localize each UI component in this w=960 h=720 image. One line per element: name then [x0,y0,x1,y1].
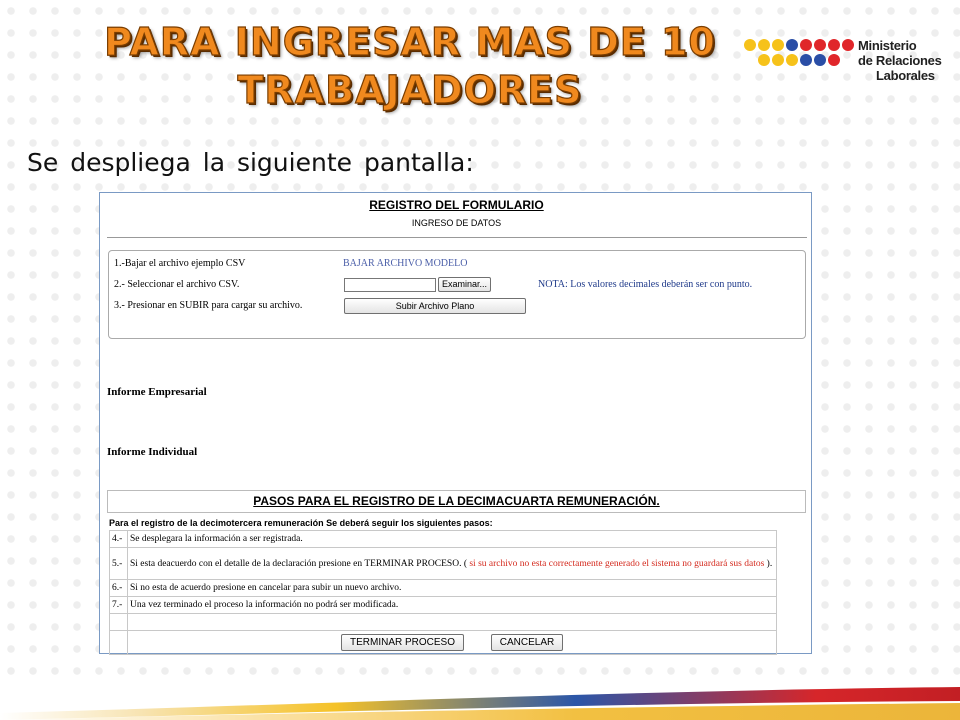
empty-cell [127,613,777,631]
step-text: Si no esta de acuerdo presione en cancel… [127,579,777,597]
warning-text: si su archivo no esta correctamente gene… [469,558,765,569]
slide-subtitle: Se despliega la siguiente pantalla: [27,148,474,177]
table-row: 5.- Si esta deacuerdo con el detalle de … [109,547,777,580]
slide-title-line1: PARA INGRESAR MAS DE 10 [104,19,716,64]
logo-line2: de Relaciones [858,53,942,68]
finish-process-button[interactable]: TERMINAR PROCESO [341,634,464,651]
informe-empresarial-heading: Informe Empresarial [107,386,207,398]
form-screenshot: REGISTRO DEL FORMULARIO INGRESO DE DATOS… [99,192,812,655]
form-subtitle: INGRESO DE DATOS [411,218,502,228]
step1-label: 1.-Bajar el archivo ejemplo CSV [114,258,246,269]
table-row [109,613,777,631]
divider [107,237,807,238]
empty-cell [109,630,128,655]
cancel-button[interactable]: CANCELAR [491,634,563,651]
table-row: 4.- Se desplegara la información a ser r… [109,530,777,548]
browse-button[interactable]: Examinar... [438,277,491,292]
decimal-note: NOTA: Los valores decimales deberán ser … [538,279,753,290]
step-number: 5.- [109,547,128,580]
pasos-intro: Para el registro de la decimotercera rem… [109,518,493,528]
step2-label: 2.- Seleccionar el archivo CSV. [114,279,240,290]
logo-line1: Ministerio [858,38,917,53]
step3-label: 3.- Presionar en SUBIR para cargar su ar… [114,300,303,311]
step-number: 6.- [109,579,128,597]
table-row: 6.- Si no esta de acuerdo presione en ca… [109,579,777,597]
form-title: REGISTRO DEL FORMULARIO [369,198,544,212]
file-path-input[interactable] [344,278,436,292]
empty-cell [109,613,128,631]
step-number: 4.- [109,530,128,548]
step-text-tail: ). [766,558,773,569]
logo-dots-icon [744,39,854,66]
table-row: 7.- Una vez terminado el proceso la info… [109,596,777,614]
step-text-main: Si esta deacuerdo con el detalle de la d… [130,558,467,569]
slide-title: PARA INGRESAR MAS DE 10 TRABAJADORES [70,18,750,114]
download-model-link[interactable]: BAJAR ARCHIVO MODELO [343,258,467,269]
pasos-title: PASOS PARA EL REGISTRO DE LA DECIMACUART… [107,490,806,513]
step-number: 7.- [109,596,128,614]
step-text: Una vez terminado el proceso la informac… [127,596,777,614]
logo-line3: Laborales [876,68,935,83]
ministry-logo: Ministerio de Relaciones Laborales [742,38,942,90]
step-text: Se desplegara la información a ser regis… [127,530,777,548]
logo-text: Ministerio de Relaciones Laborales [858,38,942,83]
bottom-ribbon-icon [0,687,960,720]
slide-title-line2: TRABAJADORES [237,67,583,112]
upload-panel: 1.-Bajar el archivo ejemplo CSV BAJAR AR… [108,250,806,339]
upload-file-button[interactable]: Subir Archivo Plano [344,298,526,314]
informe-individual-heading: Informe Individual [107,446,198,458]
step-text: Si esta deacuerdo con el detalle de la d… [127,547,777,580]
